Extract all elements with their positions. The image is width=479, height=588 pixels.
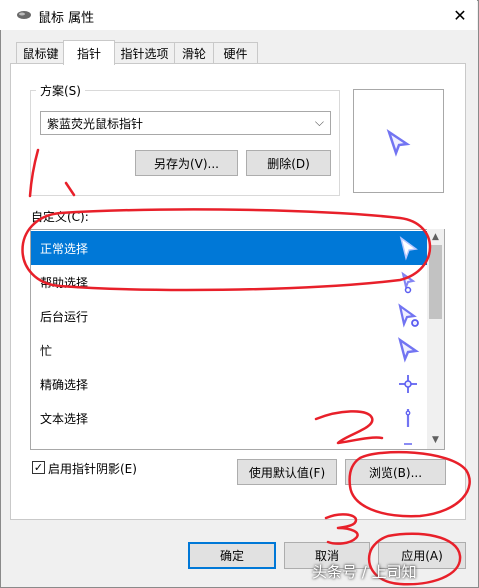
use-default-button[interactable]: 使用默认值(F) — [237, 459, 337, 485]
delete-label: 删除(D) — [267, 156, 310, 171]
browse-button[interactable]: 浏览(B)... — [345, 459, 446, 485]
list-item-help-select[interactable]: 帮助选择 — [31, 265, 428, 299]
tab-pointers[interactable]: 指针 — [63, 40, 115, 65]
text-cursor-icon — [405, 409, 411, 427]
help-cursor-icon — [401, 271, 416, 294]
tab-pointer-options[interactable]: 指针选项 — [114, 42, 175, 63]
crosshair-cursor-icon — [399, 375, 417, 393]
scheme-groupbox — [30, 90, 340, 196]
list-item-busy[interactable]: 忙 — [31, 333, 428, 367]
list-item-working-in-background[interactable]: 后台运行 — [31, 299, 428, 333]
list-item-label: 帮助选择 — [40, 275, 89, 290]
chevron-down-icon: ⌵ — [314, 115, 324, 129]
enable-pointer-shadow-label: 启用指针阴影(E) — [48, 462, 137, 476]
list-item-text-select[interactable]: 文本选择 — [31, 401, 428, 435]
cursor-list[interactable]: 正常选择 帮助选择 后台运行 忙 精确选择 文本选择 — [30, 229, 445, 450]
tab-wheel[interactable]: 滑轮 — [174, 42, 214, 63]
close-icon: ✕ — [453, 5, 467, 25]
tab-buttons[interactable]: 鼠标键 — [16, 42, 65, 63]
arrow-cursor-icon — [399, 236, 418, 261]
scroll-up-arrow-icon[interactable]: ▲ — [427, 230, 444, 244]
watermark-text: 头条号 / 上司知 — [312, 563, 417, 581]
tab-label: 指针选项 — [120, 46, 169, 61]
cursor-preview — [353, 89, 444, 193]
save-as-button[interactable]: 另存为(V)... — [135, 150, 238, 176]
use-default-label: 使用默认值(F) — [248, 465, 326, 480]
list-item-label: 后台运行 — [40, 309, 89, 324]
working-cursor-icon — [398, 303, 419, 328]
list-item-precision-select[interactable]: 精确选择 — [31, 367, 428, 401]
handwriting-cursor-icon — [404, 443, 412, 445]
ok-label: 确定 — [219, 549, 244, 563]
scheme-selected-value: 紫蓝荧光鼠标指针 — [47, 116, 144, 131]
arrow-cursor-icon — [386, 128, 411, 157]
mouse-icon — [17, 11, 31, 19]
tab-label: 鼠标键 — [22, 46, 59, 61]
list-item-label: 精确选择 — [40, 377, 89, 392]
list-item-normal-select[interactable]: 正常选择 — [31, 231, 428, 265]
scroll-down-arrow-icon[interactable]: ▼ — [427, 433, 444, 447]
scheme-dropdown[interactable]: 紫蓝荧光鼠标指针 ⌵ — [40, 111, 331, 135]
scheme-label: 方案(S) — [36, 82, 85, 99]
scrollbar-thumb[interactable] — [429, 245, 442, 319]
tab-label: 硬件 — [223, 46, 248, 61]
list-item-label: 忙 — [40, 343, 53, 358]
browse-label: 浏览(B)... — [368, 465, 423, 480]
delete-button[interactable]: 删除(D) — [246, 150, 331, 176]
tab-hardware[interactable]: 硬件 — [213, 42, 258, 63]
tab-label: 滑轮 — [181, 46, 206, 61]
close-button[interactable]: ✕ — [443, 0, 477, 30]
list-item-label: 正常选择 — [40, 241, 89, 256]
window-title: 鼠标 属性 — [38, 11, 95, 26]
busy-cursor-icon — [398, 337, 420, 363]
save-as-label: 另存为(V)... — [153, 156, 220, 171]
customize-label: 自定义(C): — [31, 210, 89, 224]
list-item-partial — [31, 435, 428, 449]
enable-pointer-shadow-checkbox[interactable]: ✓ — [32, 461, 45, 474]
title-bar: 鼠标 属性 ✕ — [0, 0, 477, 30]
tab-label: 指针 — [76, 46, 101, 61]
ok-button[interactable]: 确定 — [188, 542, 276, 569]
list-item-label: 文本选择 — [40, 411, 89, 426]
